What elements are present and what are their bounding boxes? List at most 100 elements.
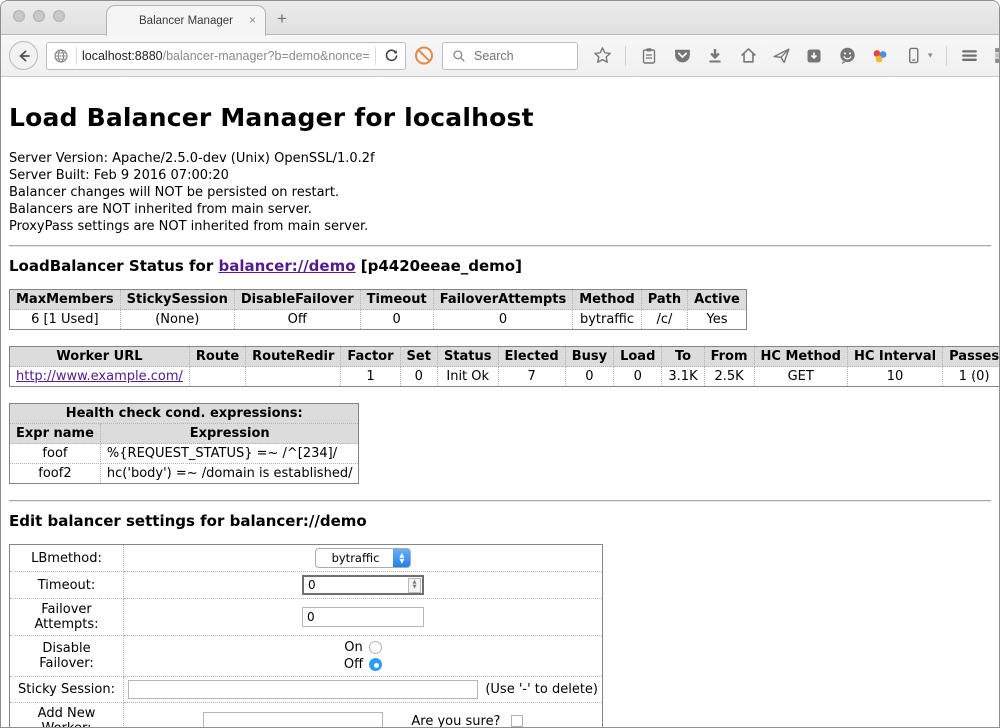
search-icon (449, 46, 469, 66)
col-expression: Expression (100, 424, 359, 444)
server-version-line: Server Version: Apache/2.5.0-dev (Unix) … (9, 150, 991, 167)
col-expr-name: Expr name (10, 424, 101, 444)
worker-url-link[interactable]: http://www.example.com/ (16, 369, 183, 384)
table-row: 6 [1 Used] (None) Off 0 0 bytraffic /c/ … (10, 310, 747, 330)
pocket-icon[interactable] (672, 46, 692, 66)
form-row-add-worker: Add New Worker: Are you sure? (10, 703, 603, 728)
col-elected: Elected (498, 347, 565, 367)
cell-timeout: 0 (360, 310, 433, 330)
disable-failover-label: Disable Failover: (10, 636, 124, 677)
back-button[interactable] (9, 41, 38, 70)
worker-status-table: Worker URL Route RouteRedir Factor Set S… (9, 346, 999, 387)
disable-failover-on-radio[interactable] (369, 641, 382, 654)
toolbar-icons: ▾ (592, 46, 1000, 66)
search-input[interactable] (474, 49, 564, 63)
select-stepper-icon: ▲▼ (393, 548, 410, 568)
lbmethod-selected-value: bytraffic (316, 551, 394, 565)
window-close-button[interactable] (13, 10, 25, 22)
table-row: foof2 hc('body') =~ /domain is establish… (10, 464, 359, 484)
cell-status: Init Ok (437, 367, 498, 387)
navigation-toolbar: localhost:8880/balancer-manager?b=demo&n… (1, 35, 999, 77)
device-sync-icon[interactable] (903, 46, 923, 66)
form-row-disable-failover: Disable Failover: On Off (10, 636, 603, 677)
col-worker-url: Worker URL (10, 347, 190, 367)
cell-expression: hc('body') =~ /domain is established/ (100, 464, 359, 484)
cell-maxmembers: 6 [1 Used] (10, 310, 121, 330)
disable-failover-cell: On Off (124, 636, 603, 677)
are-you-sure-checkbox[interactable] (511, 715, 523, 727)
form-row-sticky-session: Sticky Session: (Use '-' to delete) (10, 677, 603, 703)
tab-close-icon[interactable]: × (249, 13, 256, 27)
form-row-lbmethod: LBmethod: bytraffic ▲▼ (10, 545, 603, 572)
bookmark-star-icon[interactable] (592, 46, 612, 66)
cell-routeredir (246, 367, 341, 387)
tab-balancer-manager[interactable]: Balancer Manager × (106, 5, 266, 36)
url-path: /balancer-manager?b=demo&nonce=decc37be-… (163, 49, 370, 63)
toolbar-divider-2 (946, 46, 947, 66)
colored-dots-extension-icon[interactable] (870, 46, 890, 66)
browser-window: Balancer Manager × + localhost:8880/bala… (0, 0, 1000, 728)
cell-hc-method: GET (754, 367, 847, 387)
balancer-settings-form: LBmethod: bytraffic ▲▼ Timeout: 0 ▲▼ (9, 544, 603, 728)
lbmethod-cell: bytraffic ▲▼ (124, 545, 603, 572)
content-blocker-icon[interactable] (414, 46, 434, 66)
search-bar[interactable] (442, 42, 578, 70)
timeout-input[interactable]: 0 ▲▼ (302, 575, 424, 595)
cell-worker-url: http://www.example.com/ (10, 367, 190, 387)
square-download-icon[interactable] (804, 46, 824, 66)
tab-title: Balancer Manager (139, 15, 233, 27)
feedback-smiley-icon[interactable] (837, 46, 857, 66)
failover-attempts-input[interactable]: 0 (302, 607, 424, 627)
edit-settings-heading: Edit balancer settings for balancer://de… (9, 512, 991, 530)
cell-passes: 1 (0) (943, 367, 999, 387)
radio-on-label: On (344, 640, 362, 655)
url-bar[interactable]: localhost:8880/balancer-manager?b=demo&n… (46, 42, 406, 70)
send-plane-icon[interactable] (771, 46, 791, 66)
disable-failover-off-radio[interactable] (369, 658, 382, 671)
home-icon[interactable] (738, 46, 758, 66)
chevron-down-icon[interactable]: ▾ (928, 50, 933, 61)
timeout-label: Timeout: (10, 572, 124, 599)
url-domain: localhost:8880 (82, 49, 163, 63)
cell-elected: 7 (498, 367, 565, 387)
failover-attempts-cell: 0 (124, 599, 603, 636)
proxypass-notice-line: ProxyPass settings are NOT inherited fro… (9, 218, 991, 235)
window-zoom-button[interactable] (53, 10, 65, 22)
download-icon[interactable] (705, 46, 725, 66)
are-you-sure-group: Are you sure? (411, 714, 522, 728)
menu-hamburger-icon[interactable] (960, 46, 980, 66)
col-stickysession: StickySession (120, 290, 234, 310)
cell-active: Yes (688, 310, 747, 330)
cell-load: 0 (614, 367, 662, 387)
add-worker-cell: Are you sure? (124, 703, 603, 728)
balancers-notice-line: Balancers are NOT inherited from main se… (9, 201, 991, 218)
balancer-demo-link[interactable]: balancer://demo (218, 257, 355, 275)
new-tab-button[interactable]: + (277, 9, 287, 29)
timeout-cell: 0 ▲▼ (124, 572, 603, 599)
persist-notice-line: Balancer changes will NOT be persisted o… (9, 184, 991, 201)
lbmethod-select[interactable]: bytraffic ▲▼ (315, 548, 412, 568)
server-info: Server Version: Apache/2.5.0-dev (Unix) … (9, 150, 991, 235)
reload-icon[interactable] (381, 46, 401, 66)
window-minimize-button[interactable] (33, 10, 45, 22)
table-header-row: Expr name Expression (10, 424, 359, 444)
cell-method: bytraffic (573, 310, 641, 330)
add-worker-input[interactable] (203, 712, 383, 728)
reload-divider (375, 47, 376, 65)
timeout-value: 0 (308, 578, 316, 592)
section-divider (9, 500, 991, 502)
page-content: Load Balancer Manager for localhost Serv… (1, 77, 999, 728)
url-text[interactable]: localhost:8880/balancer-manager?b=demo&n… (82, 49, 370, 63)
window-controls (13, 10, 65, 22)
table-caption-row: Health check cond. expressions: (10, 404, 359, 424)
lbmethod-label: LBmethod: (10, 545, 124, 572)
col-hc-interval: HC Interval (847, 347, 942, 367)
table-row: foof %{REQUEST_STATUS} =~ /^[234]/ (10, 444, 359, 464)
cell-to: 3.1K (662, 367, 704, 387)
number-spinner-icon[interactable]: ▲▼ (408, 578, 421, 593)
clipboard-icon[interactable] (639, 46, 659, 66)
col-status: Status (437, 347, 498, 367)
sticky-session-input[interactable] (128, 680, 478, 699)
tab-groups-grid-icon[interactable] (993, 46, 1000, 66)
col-factor: Factor (341, 347, 400, 367)
